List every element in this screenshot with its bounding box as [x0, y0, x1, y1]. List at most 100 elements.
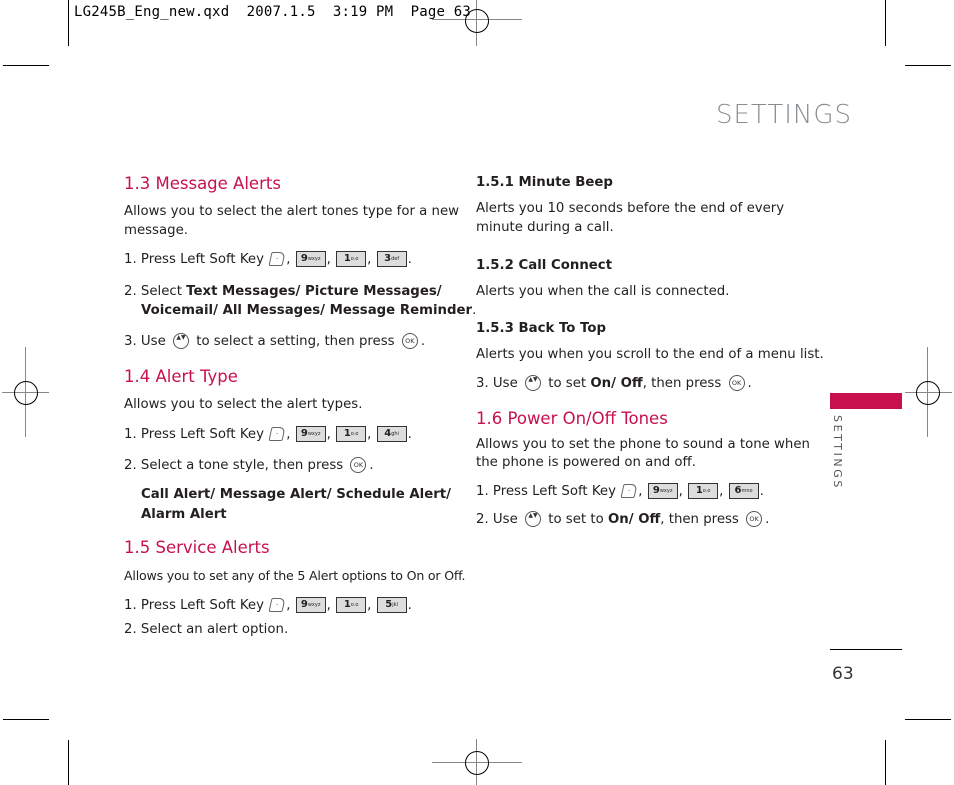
step: 3. Use ▲▼ to select a setting, then pres… [124, 333, 454, 352]
key-num: 1 [343, 428, 351, 439]
section-heading: 1.5 Service Alerts [124, 538, 270, 557]
key-9-icon: 9wxyz [647, 483, 678, 499]
key-9-icon: 9wxyz [295, 597, 326, 613]
registration-circle [14, 381, 38, 405]
sep: . [759, 484, 764, 499]
step-text: 1. Press Left Soft Key [476, 484, 616, 499]
section-desc: Allows you to select the alert types. [124, 397, 363, 412]
section-desc: the phone is powered on and off. [476, 455, 696, 470]
side-tab-accent [830, 393, 902, 409]
step-text: 3. Use [476, 376, 518, 391]
key-sub: o.o [702, 488, 711, 494]
step-text: , then press [642, 376, 722, 391]
sep: . [420, 334, 426, 349]
step-text: , then press [660, 512, 739, 527]
step: 1. Press Left Soft Key ·, 9wxyz, 1o.o, 4… [124, 426, 454, 445]
key-1-icon: 1o.o [336, 426, 367, 442]
sep: , [367, 427, 372, 442]
key-sub: o.o [350, 256, 359, 262]
crop-mark [905, 719, 951, 720]
crop-mark [885, 740, 886, 785]
navigation-key-icon: ▲▼ [525, 375, 541, 391]
navigation-key-icon: ▲▼ [173, 333, 189, 349]
step-cont: Voicemail/ All Messages/ Message Reminde… [141, 302, 476, 321]
sep: , [638, 484, 643, 499]
sep: . [472, 303, 477, 318]
key-sub: wxyz [307, 256, 321, 262]
key-sub: wxyz [307, 431, 321, 437]
key-9-icon: 9wxyz [295, 251, 326, 267]
step: 1. Press Left Soft Key ·, 9wxyz, 1o.o, 3… [124, 251, 454, 270]
step-text: 2. Use [476, 512, 518, 527]
crop-mark [3, 719, 49, 720]
step: 1. Press Left Soft Key ·, 9wxyz, 1o.o, 6… [476, 483, 806, 502]
key-num: 9 [652, 485, 660, 496]
sep: , [326, 427, 331, 442]
key-sub: wxyz [659, 488, 673, 494]
step-text: to set [548, 376, 591, 391]
crop-mark [3, 65, 49, 66]
option-on-off: On/ Off [607, 512, 661, 527]
key-num: 9 [300, 599, 308, 610]
ok-key-icon: OK [350, 457, 367, 473]
section-desc: Alerts you 10 seconds before the end of … [476, 201, 785, 216]
section-heading: 1.4 Alert Type [124, 367, 238, 386]
key-num: 1 [343, 599, 351, 610]
key-4-icon: 4ghi [376, 426, 407, 442]
section-desc: message. [124, 223, 188, 238]
key-5-icon: 5jkl [376, 597, 407, 613]
section-desc: Allows you to set any of the 5 Alert opt… [124, 568, 466, 583]
menu-options: Text Messages/ Picture Messages/ [186, 284, 442, 299]
sep: , [326, 252, 331, 267]
step-text: 1. Press Left Soft Key [124, 598, 264, 613]
left-soft-key-icon: · [268, 598, 286, 612]
ok-key-icon: OK [746, 511, 763, 527]
sep: , [286, 252, 291, 267]
step-text: 2. Select [124, 284, 187, 299]
key-1-icon: 1o.o [336, 597, 367, 613]
sep: , [286, 598, 291, 613]
key-sub: def [391, 256, 400, 262]
key-3-icon: 3def [376, 251, 407, 267]
key-sub: mno [741, 488, 753, 494]
key-sub: o.o [350, 602, 359, 608]
key-sub: o.o [350, 431, 359, 437]
sep: , [367, 598, 372, 613]
sep: . [765, 512, 770, 527]
sep: . [369, 458, 374, 473]
key-9-icon: 9wxyz [295, 426, 326, 442]
registration-circle [916, 381, 940, 405]
menu-options-line: Call Alert/ Message Alert/ Schedule Aler… [141, 487, 451, 502]
slug-date: 2007.1.5 [246, 4, 316, 20]
subsection-heading: 1.5.1 Minute Beep [476, 175, 613, 190]
slug-filename: LG245B_Eng_new.qxd [74, 4, 230, 20]
sep: , [367, 252, 372, 267]
sep: . [407, 252, 412, 267]
crop-mark [68, 0, 69, 46]
ok-key-icon: OK [728, 375, 745, 391]
section-desc: Allows you to set the phone to sound a t… [476, 437, 810, 452]
crop-mark [905, 65, 951, 66]
page-number-rule [830, 649, 902, 650]
left-soft-key-icon: · [268, 427, 286, 441]
registration-circle [465, 751, 489, 775]
slug-line: LG245B_Eng_new.qxd 2007.1.5 3:19 PM Page… [74, 4, 471, 20]
option-on-off: On/ Off [590, 376, 643, 391]
step-text: 1. Press Left Soft Key [124, 427, 264, 442]
sep: . [407, 598, 412, 613]
side-tab-label: SETTINGS [831, 415, 844, 490]
step: 2. Select an alert option. [124, 622, 289, 637]
key-1-icon: 1o.o [336, 251, 367, 267]
menu-options-line: Alarm Alert [141, 507, 227, 522]
menu-options: Voicemail/ All Messages/ Message Reminde… [141, 303, 473, 318]
crop-mark [68, 740, 69, 785]
sep: , [678, 484, 683, 499]
key-sub: jkl [392, 602, 398, 608]
left-soft-key-icon: · [268, 252, 286, 266]
step: 1. Press Left Soft Key ·, 9wxyz, 1o.o, 5… [124, 597, 454, 616]
section-desc: Alerts you when you scroll to the end of… [476, 347, 824, 362]
menu-options: Alarm Alert [141, 506, 471, 525]
sep: , [286, 427, 291, 442]
key-num: 1 [695, 485, 703, 496]
menu-options: Call Alert/ Message Alert/ Schedule Aler… [141, 486, 471, 505]
